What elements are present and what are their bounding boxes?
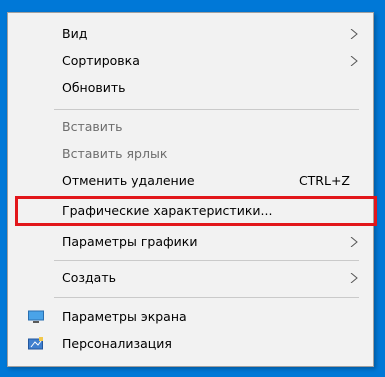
menu-item-undo-delete[interactable]: Отменить удаление CTRL+Z [8, 169, 373, 193]
chevron-right-icon [350, 29, 358, 39]
menu-item-label: Параметры графики [62, 234, 198, 249]
menu-item-label: Сортировка [62, 53, 140, 68]
display-icon [28, 310, 44, 323]
menu-item-display-settings[interactable]: Параметры экрана [8, 305, 373, 329]
menu-item-label: Вставить [62, 119, 123, 134]
chevron-right-icon [350, 237, 358, 247]
menu-item-label: Отменить удаление [62, 173, 195, 188]
menu-separator [54, 260, 359, 261]
menu-item-label: Параметры экрана [62, 309, 187, 324]
highlight-box [15, 196, 377, 226]
menu-separator [54, 109, 359, 110]
menu-item-label: Вставить ярлык [62, 146, 168, 161]
menu-item-new[interactable]: Создать [8, 266, 373, 290]
menu-separator [54, 297, 359, 298]
personalize-icon [28, 337, 43, 350]
menu-item-personalize[interactable]: Персонализация [8, 332, 373, 356]
menu-item-refresh[interactable]: Обновить [8, 76, 373, 100]
chevron-right-icon [350, 273, 358, 283]
menu-item-label: Персонализация [62, 336, 172, 351]
menu-item-label: Обновить [62, 80, 126, 95]
menu-item-label: Создать [62, 270, 116, 285]
menu-item-paste[interactable]: Вставить [8, 115, 373, 139]
shortcut-text: CTRL+Z [298, 173, 350, 188]
menu-item-label: Вид [62, 26, 88, 41]
menu-item-sort[interactable]: Сортировка [8, 49, 373, 73]
desktop-context-menu: Вид Сортировка Обновить Вставить Вставит… [7, 12, 377, 367]
menu-item-paste-shortcut[interactable]: Вставить ярлык [8, 142, 373, 166]
menu-item-graphics-options[interactable]: Параметры графики [8, 230, 373, 254]
chevron-right-icon [350, 56, 358, 66]
menu-item-view[interactable]: Вид [8, 22, 373, 46]
